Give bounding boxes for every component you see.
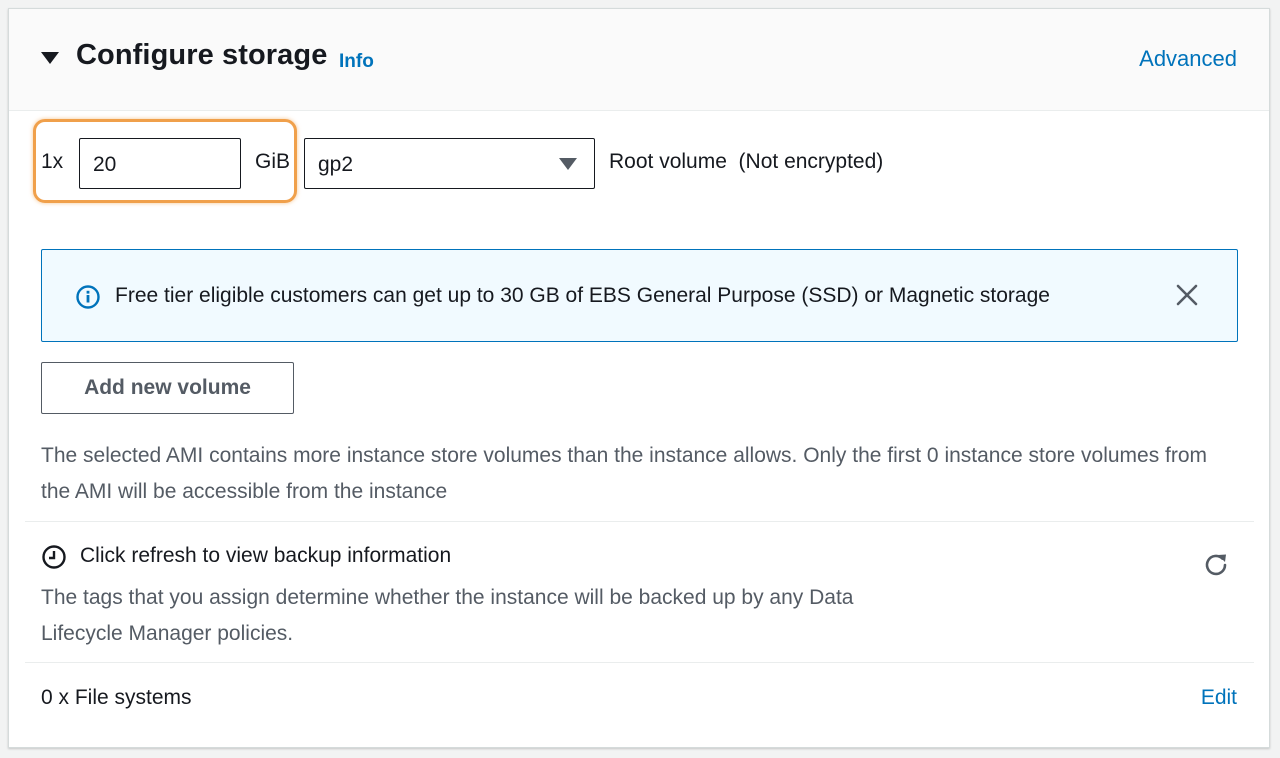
chevron-down-icon bbox=[559, 158, 577, 170]
add-new-volume-button[interactable]: Add new volume bbox=[41, 362, 294, 414]
collapse-caret-icon[interactable] bbox=[41, 52, 59, 64]
volume-unit-label: GiB bbox=[255, 150, 291, 173]
volume-type-value: gp2 bbox=[318, 153, 354, 176]
info-circle-icon bbox=[76, 285, 100, 309]
panel-header: Configure storage Info Advanced bbox=[9, 9, 1269, 111]
configure-storage-panel: Configure storage Info Advanced 1x GiB g… bbox=[8, 8, 1270, 748]
section-divider bbox=[25, 521, 1254, 522]
section-divider bbox=[25, 662, 1254, 663]
backup-info-title: Click refresh to view backup information bbox=[80, 544, 452, 567]
root-volume-description: Root volume (Not encrypted) bbox=[609, 150, 884, 173]
panel-title: Configure storage bbox=[76, 39, 328, 71]
volume-size-input[interactable] bbox=[79, 138, 241, 189]
volume-type-select[interactable]: gp2 bbox=[304, 138, 595, 189]
advanced-link[interactable]: Advanced bbox=[1139, 46, 1237, 72]
clock-icon bbox=[42, 545, 66, 569]
backup-info-description: The tags that you assign determine wheth… bbox=[41, 586, 854, 645]
alert-message: Free tier eligible customers can get up … bbox=[115, 284, 1050, 307]
volume-count-label: 1x bbox=[41, 150, 64, 173]
close-icon[interactable] bbox=[1173, 281, 1201, 309]
file-systems-label: 0 x File systems bbox=[41, 686, 192, 709]
free-tier-alert: Free tier eligible customers can get up … bbox=[41, 249, 1238, 342]
refresh-icon[interactable] bbox=[1201, 550, 1231, 580]
info-link[interactable]: Info bbox=[339, 51, 374, 73]
ami-instance-store-note: The selected AMI contains more instance … bbox=[41, 444, 1208, 503]
edit-file-systems-link[interactable]: Edit bbox=[1201, 686, 1237, 710]
